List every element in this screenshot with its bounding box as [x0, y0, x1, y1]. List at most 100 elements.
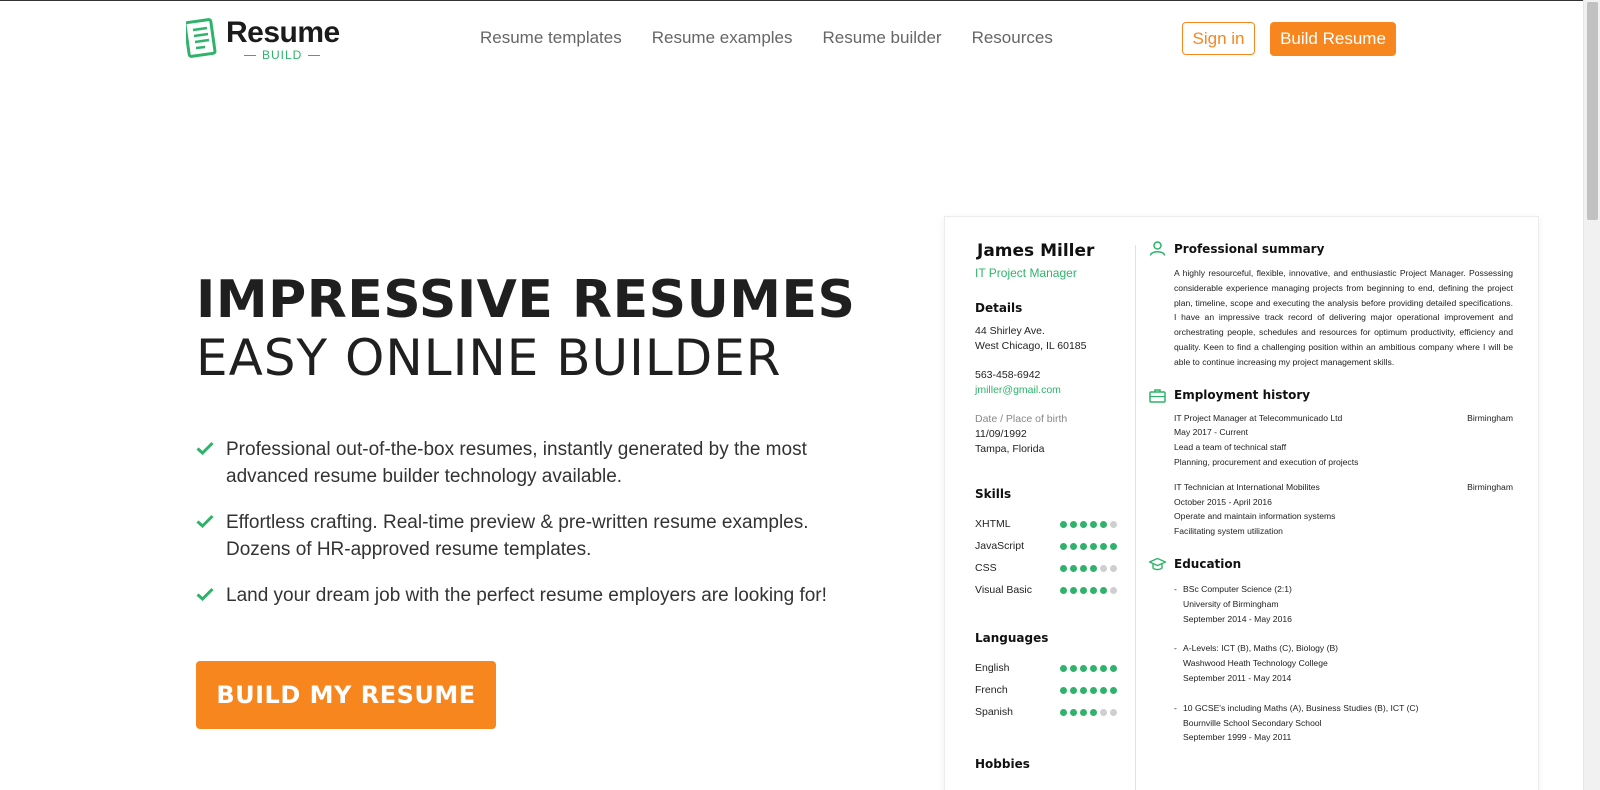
rating-dot [1060, 520, 1067, 528]
nav-resume-templates[interactable]: Resume templates [480, 28, 622, 48]
rating-dot [1110, 520, 1117, 528]
job-title: IT Technician at International Mobilites [1174, 481, 1320, 492]
language-rating [1060, 664, 1117, 672]
rating-dot [1070, 686, 1077, 694]
dob: 11/09/1992 [975, 428, 1027, 440]
education-section-header: Education [1149, 557, 1513, 572]
education-item: - A-Levels: ICT (B), Maths (C), Biology … [1174, 641, 1513, 685]
job-entry: IT Technician at International Mobilites… [1174, 480, 1513, 539]
skill-row: Visual Basic [975, 579, 1117, 601]
rating-dot [1090, 586, 1097, 594]
skill-row: JavaScript [975, 535, 1117, 557]
skill-rating [1060, 586, 1117, 594]
resume-logo-icon [186, 18, 217, 58]
education-degree: 10 GCSE's including Maths (A), Business … [1183, 702, 1419, 713]
job-city: Birmingham [1467, 481, 1513, 492]
scrollbar-thumb[interactable] [1587, 2, 1598, 220]
education-dash: - [1174, 643, 1177, 654]
hero-title-line1: IMPRESSIVE RESUMES [196, 270, 856, 330]
summary-section-header: Professional summary [1149, 241, 1513, 256]
language-name: English [975, 662, 1010, 674]
resume-sidebar: James Miller IT Project Manager Details … [975, 241, 1125, 771]
rating-dot [1100, 520, 1107, 528]
feature-item: Land your dream job with the perfect res… [196, 582, 856, 609]
education-school: Bournville School Secondary School [1183, 717, 1322, 728]
hero-title: IMPRESSIVE RESUMES EASY ONLINE BUILDER [196, 270, 856, 386]
job-title: IT Project Manager at Telecommunicado Lt… [1174, 412, 1343, 423]
rating-dot [1090, 664, 1097, 672]
resume-main: Professional summary A highly resourcefu… [1149, 241, 1513, 745]
education-dash: - [1174, 583, 1177, 594]
sign-in-button[interactable]: Sign in [1182, 22, 1255, 55]
summary-heading: Professional summary [1174, 241, 1325, 256]
education-heading: Education [1174, 557, 1242, 572]
rating-dot [1110, 708, 1117, 716]
feature-text: Land your dream job with the perfect res… [226, 585, 827, 606]
rating-dot [1100, 708, 1107, 716]
rating-dot [1090, 564, 1097, 572]
check-icon [196, 514, 214, 528]
employment-section-header: Employment history [1149, 388, 1513, 403]
rating-dot [1100, 564, 1107, 572]
check-icon [196, 587, 214, 601]
rating-dot [1060, 564, 1067, 572]
job-duty: Operate and maintain information systems [1174, 511, 1336, 522]
feature-item: Professional out-of-the-box resumes, ins… [196, 436, 856, 490]
education-item: - BSc Computer Science (2:1) University … [1174, 582, 1513, 626]
nav-resources[interactable]: Resources [972, 28, 1053, 48]
education-dates: September 2014 - May 2016 [1183, 613, 1292, 624]
language-name: French [975, 684, 1008, 696]
build-my-resume-button[interactable]: BUILD MY RESUME [196, 661, 496, 729]
nav-resume-builder[interactable]: Resume builder [823, 28, 942, 48]
language-row: French [975, 679, 1117, 701]
skills-list: XHTML JavaScript CSS Visual Basic [975, 513, 1125, 601]
rating-dot [1060, 664, 1067, 672]
feature-text: Effortless crafting. Real-time preview &… [226, 512, 809, 560]
page-scrollbar[interactable] [1583, 0, 1600, 790]
education-dates: September 1999 - May 2011 [1183, 732, 1292, 743]
build-resume-button[interactable]: Build Resume [1270, 22, 1396, 56]
skill-rating [1060, 564, 1117, 572]
rating-dot [1060, 586, 1067, 594]
education-school: University of Birmingham [1183, 598, 1279, 609]
phone: 563-458-6942 [975, 369, 1041, 381]
site-logo[interactable]: Resume BUILD [186, 14, 340, 64]
job-duty: Planning, procurement and execution of p… [1174, 456, 1359, 467]
rating-dot [1070, 520, 1077, 528]
rating-dot [1110, 542, 1117, 550]
dob-label: Date / Place of birth [975, 413, 1068, 425]
skill-row: XHTML [975, 513, 1117, 535]
pob: Tampa, Florida [975, 443, 1045, 455]
rating-dot [1110, 686, 1117, 694]
rating-dot [1080, 586, 1087, 594]
rating-dot [1090, 708, 1097, 716]
language-row: Spanish [975, 701, 1117, 723]
rating-dot [1070, 586, 1077, 594]
rating-dot [1080, 564, 1087, 572]
resume-role: IT Project Manager [975, 266, 1077, 280]
rating-dot [1090, 542, 1097, 550]
language-row: English [975, 657, 1117, 679]
language-name: Spanish [975, 706, 1013, 718]
rating-dot [1100, 686, 1107, 694]
details-heading: Details [975, 301, 1023, 315]
nav-resume-examples[interactable]: Resume examples [652, 28, 793, 48]
rating-dot [1100, 586, 1107, 594]
address-line1: 44 Shirley Ave. [975, 325, 1045, 337]
skill-rating [1060, 520, 1117, 528]
employment-heading: Employment history [1174, 388, 1311, 403]
education-degree: BSc Computer Science (2:1) [1183, 583, 1292, 594]
languages-heading: Languages [975, 631, 1049, 645]
feature-text: Professional out-of-the-box resumes, ins… [226, 439, 807, 487]
person-icon [1149, 241, 1166, 256]
job-dates: October 2015 - April 2016 [1174, 496, 1272, 507]
rating-dot [1070, 664, 1077, 672]
resume-preview-card[interactable]: James Miller IT Project Manager Details … [944, 216, 1539, 790]
skill-row: CSS [975, 557, 1117, 579]
logo-wordmark: Resume [226, 16, 340, 49]
rating-dot [1100, 542, 1107, 550]
rating-dot [1090, 520, 1097, 528]
rating-dot [1080, 520, 1087, 528]
education-dates: September 2011 - May 2014 [1183, 672, 1292, 683]
rating-dot [1060, 542, 1067, 550]
